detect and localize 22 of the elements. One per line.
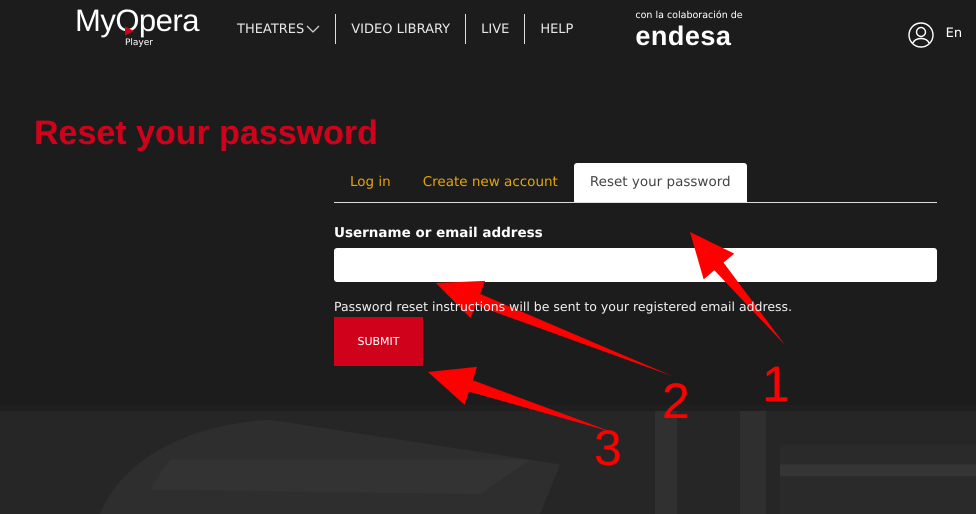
sponsor-caption: con la colaboración de — [635, 10, 743, 22]
sponsor-logo[interactable]: endesa — [635, 22, 743, 50]
tab[interactable]: Reset your password — [574, 163, 747, 202]
submit-button[interactable]: SUBMIT — [334, 317, 423, 366]
nav-link[interactable]: HELP — [525, 22, 588, 36]
page-title: Reset your password — [34, 113, 379, 153]
logo-subtitle: Player — [124, 38, 153, 48]
nav-link[interactable]: LIVE — [466, 22, 524, 36]
chevron-down-icon — [306, 25, 320, 33]
nav-link[interactable]: THEATRES — [237, 22, 336, 36]
input-field[interactable] — [334, 248, 937, 282]
nav-link[interactable]: VIDEO LIBRARY — [336, 22, 466, 36]
user-icon[interactable] — [908, 22, 934, 48]
field-label: Username or email address — [334, 224, 543, 242]
annotation-number: 3 — [594, 422, 622, 474]
tab[interactable]: Create new account — [406, 163, 574, 202]
play-icon — [125, 26, 134, 36]
logo[interactable]: MyOpera — [75, 4, 199, 38]
language-link[interactable]: En — [946, 26, 962, 41]
annotation-number: 2 — [662, 375, 690, 427]
annotation-number: 1 — [762, 358, 790, 410]
tab[interactable]: Log in — [334, 163, 407, 202]
